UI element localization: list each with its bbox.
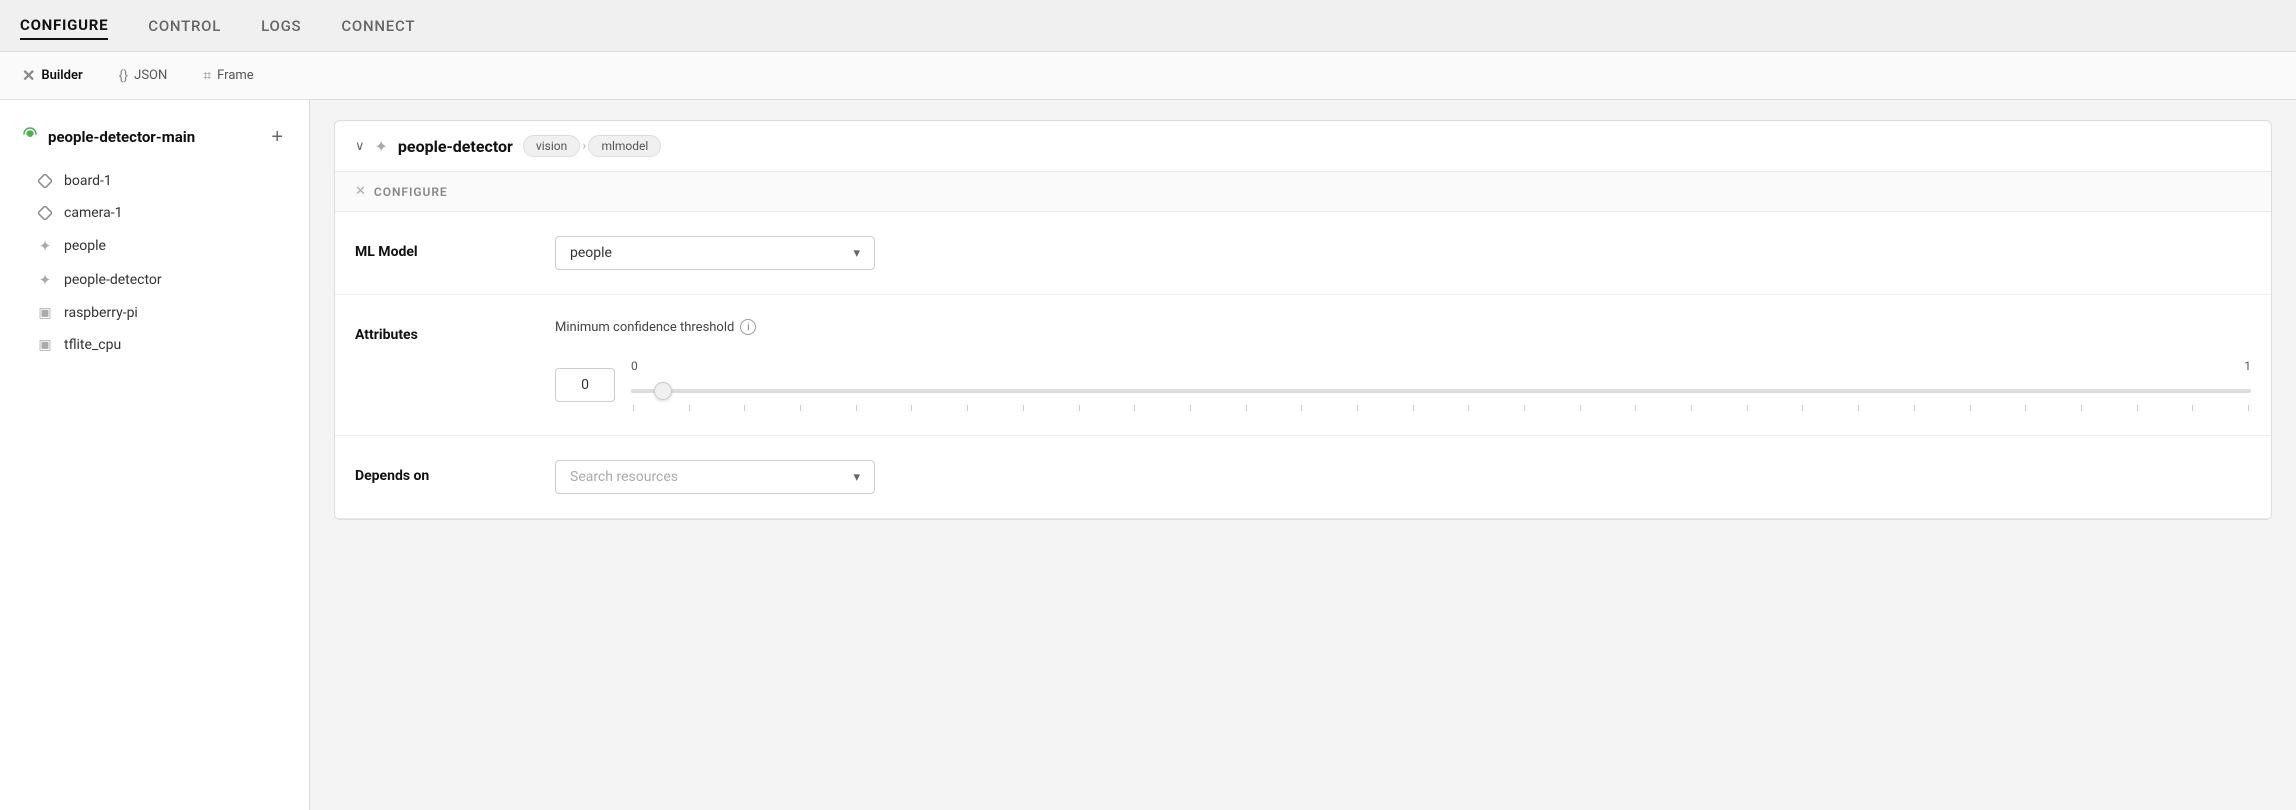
- diamond-icon-2: [36, 206, 54, 220]
- depends-on-control: Search resources ▾: [555, 460, 2251, 494]
- sidebar-item-tflite-cpu[interactable]: ▣ tflite_cpu: [0, 329, 309, 361]
- attributes-field: Attributes Minimum confidence threshold …: [335, 295, 2271, 436]
- sidebar-item-people-detector[interactable]: ✦ people-detector: [0, 263, 309, 297]
- tab-json[interactable]: {} JSON: [113, 64, 174, 88]
- tag-vision[interactable]: vision: [523, 135, 580, 157]
- component-star-icon: ✦: [375, 137, 388, 156]
- sidebar-item-raspberry-pi[interactable]: ▣ raspberry-pi: [0, 297, 309, 329]
- sidebar: people-detector-main + board-1 camera-1 …: [0, 100, 310, 810]
- sidebar-item-camera-1[interactable]: camera-1: [0, 197, 309, 229]
- select-chevron-icon: ▾: [853, 246, 860, 261]
- sidebar-item-board-1[interactable]: board-1: [0, 165, 309, 197]
- tag-mlmodel[interactable]: mlmodel: [588, 135, 661, 157]
- ml-model-select[interactable]: people ▾: [555, 236, 875, 270]
- attribute-info-row: Minimum confidence threshold i: [555, 319, 2251, 335]
- depends-chevron-icon: ▾: [853, 470, 860, 485]
- board-icon: ▣: [36, 305, 54, 321]
- tab-frame[interactable]: ⌗ Frame: [197, 64, 259, 88]
- sidebar-item-people[interactable]: ✦ people: [0, 229, 309, 263]
- main-layout: people-detector-main + board-1 camera-1 …: [0, 100, 2296, 810]
- json-icon: {}: [119, 68, 128, 84]
- attributes-control: Minimum confidence threshold i 0: [555, 319, 2251, 411]
- tag-group: vision › mlmodel: [523, 135, 661, 157]
- machine-icon: [20, 124, 40, 149]
- star-icon: ✦: [36, 237, 54, 255]
- frame-icon: ⌗: [203, 68, 211, 84]
- slider-labels: 0 1: [631, 359, 2251, 373]
- main-content: ∨ ✦ people-detector vision › mlmodel ✕: [310, 100, 2296, 810]
- collapse-chevron[interactable]: ∨: [355, 139, 365, 154]
- search-resources-select[interactable]: Search resources ▾: [555, 460, 875, 494]
- nav-connect[interactable]: CONNECT: [341, 13, 415, 39]
- slider-ticks: [631, 405, 2251, 411]
- diamond-icon: [36, 174, 54, 188]
- sub-navigation: ✕ Builder {} JSON ⌗ Frame: [0, 52, 2296, 100]
- configure-section-header: ✕ CONFIGURE: [335, 172, 2271, 212]
- nav-control[interactable]: CONTROL: [148, 13, 221, 39]
- slider-track[interactable]: [631, 389, 2251, 393]
- sidebar-header: people-detector-main +: [0, 116, 309, 157]
- star-icon-2: ✦: [36, 271, 54, 289]
- nav-configure[interactable]: CONFIGURE: [20, 12, 108, 40]
- confidence-value-input[interactable]: 0: [555, 368, 615, 402]
- top-navigation: CONFIGURE CONTROL LOGS CONNECT: [0, 0, 2296, 52]
- tab-builder[interactable]: ✕ Builder: [16, 62, 89, 89]
- depends-on-field: Depends on Search resources ▾: [335, 436, 2271, 518]
- component-card: ∨ ✦ people-detector vision › mlmodel ✕: [334, 120, 2272, 520]
- nav-logs[interactable]: LOGS: [261, 13, 301, 39]
- ml-model-field: ML Model people ▾: [335, 212, 2271, 295]
- configure-section: ✕ CONFIGURE ML Model people ▾ Attribut: [335, 172, 2271, 519]
- board-icon-2: ▣: [36, 337, 54, 353]
- slider-container: 0 1: [631, 359, 2251, 411]
- component-card-header: ∨ ✦ people-detector vision › mlmodel: [335, 121, 2271, 172]
- sidebar-add-button[interactable]: +: [265, 125, 289, 149]
- slider-row: 0 0 1: [555, 359, 2251, 411]
- slider-thumb[interactable]: [654, 382, 672, 400]
- info-icon[interactable]: i: [740, 319, 756, 335]
- builder-icon: ✕: [22, 66, 35, 85]
- sidebar-title: people-detector-main: [20, 124, 195, 149]
- ml-model-control: people ▾: [555, 236, 2251, 270]
- configure-collapse-icon[interactable]: ✕: [355, 184, 366, 199]
